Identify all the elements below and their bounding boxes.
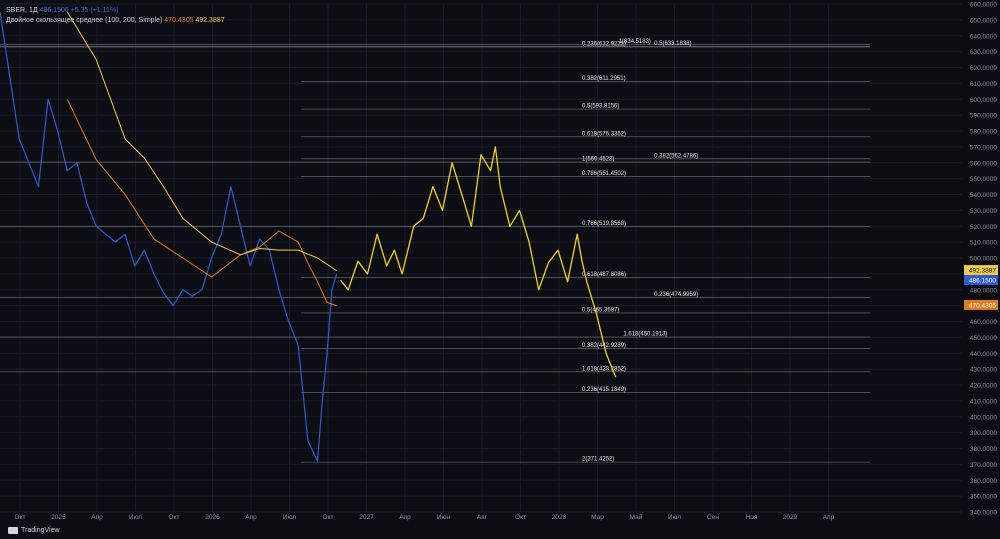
price-axis-tick-label: 480.0000 — [970, 287, 997, 294]
time-axis-tick-label: 2027 — [359, 514, 374, 521]
fib-level-label: 0.382(562.4786) — [654, 153, 698, 159]
series-line-ma_slow — [66, 11, 337, 272]
price-axis-tick-label: 510.0000 — [970, 240, 997, 247]
time-axis-tick-label: Июн — [437, 514, 451, 521]
time-axis-tick-label: Окт — [515, 514, 526, 521]
series-ma_slow — [66, 11, 337, 272]
price-axis-tick-label: 500.0000 — [970, 256, 997, 263]
fib-level-label: 0.618(487.8086) — [582, 272, 626, 278]
fib-level-label: 1.618(428.2852) — [582, 366, 626, 372]
fib-level-label: 1(634.5183) — [619, 39, 651, 45]
time-axis-tick-label: 2028 — [552, 514, 567, 521]
price-axis-tick-label: 620.0000 — [970, 65, 997, 72]
price-axis-tick-label: 600.0000 — [970, 97, 997, 104]
series-line-price — [0, 11, 338, 462]
legend-ma2-value: 492.3887 — [195, 17, 225, 24]
time-axis-tick-label: 2026 — [205, 514, 220, 521]
price-axis-tick-label: 420.0000 — [970, 383, 997, 390]
fib-level-label: 0.5(633.1838) — [654, 41, 691, 47]
fib-level-label: 0.786(519.8568) — [582, 221, 626, 227]
time-axis-tick-label: Сен — [707, 514, 719, 521]
fib-level-label: 0.236(415.1849) — [582, 387, 626, 393]
series-line-projection — [339, 146, 617, 378]
chart-canvas[interactable]: 340.0000 350.0000 360.0000 370.0000 380.0000… — [0, 0, 1000, 539]
time-axis-tick-label: Июл — [668, 514, 681, 521]
time-axis-tick-label: Окт — [15, 514, 26, 521]
price-axis-tick-label: 650.0000 — [970, 17, 997, 24]
price-axis-tick-label: 520.0000 — [970, 224, 997, 231]
tradingview-logo[interactable]: TradingView — [8, 527, 60, 534]
time-axis-tick-label: 2029 — [783, 514, 798, 521]
fib-level-label: 0.382(611.2951) — [582, 76, 626, 82]
series-projection — [339, 146, 617, 378]
chart[interactable]: 340.0000 350.0000 360.0000 370.0000 380.0000… — [0, 0, 1000, 539]
time-axis-tick-label: 2025 — [51, 514, 66, 521]
price-axis-tick-label: 550.0000 — [970, 176, 997, 183]
price-axis-tick-label: 580.0000 — [970, 129, 997, 136]
time-axis-tick-label: Апр — [399, 514, 411, 521]
price-axis-tick-label: 410.0000 — [970, 398, 997, 405]
grid-lines — [0, 3, 962, 513]
price-axis-tick-label: 340.0000 — [970, 510, 997, 517]
price-axis-tick-label: 590.0000 — [970, 113, 997, 120]
legend-symbol[interactable]: SBER, 1Д — [6, 7, 38, 14]
time-axis-tick-label: Июл — [283, 514, 296, 521]
price-axis-tick-label: 530.0000 — [970, 208, 997, 215]
series-ma_fast — [66, 99, 337, 307]
price-axis-tick-label: 450.0000 — [970, 335, 997, 342]
price-axis-tick-label: 390.0000 — [970, 430, 997, 437]
legend-price-values: 486.1500 +5.35 (+1.11%) — [39, 7, 119, 14]
time-axis-tick-label: Июл — [129, 514, 142, 521]
fib-level-label: 0.5(465.3687) — [582, 307, 619, 313]
price-badge-label: 492.3887 — [969, 268, 996, 275]
fib-level-label: 0.618(576.3362) — [582, 131, 626, 137]
price-axis-tick-label: 660.0000 — [970, 2, 997, 9]
time-axis-tick-label: Авг — [477, 514, 488, 521]
time-axis-tick-label: Окт — [323, 514, 334, 521]
price-axis-tick-label: 370.0000 — [970, 462, 997, 469]
fib-level-label: 0.5(593.8156) — [582, 104, 619, 110]
price-axis-tick-label: 570.0000 — [970, 144, 997, 151]
price-axis-tick-label: 630.0000 — [970, 49, 997, 56]
price-badge-label: 486.1500 — [969, 277, 996, 284]
tradingview-name: TradingView — [21, 527, 60, 534]
price-axis-tick-label: 430.0000 — [970, 367, 997, 374]
fib-level-label: 2(371.4252) — [582, 457, 614, 463]
fib-level-label: 0.786(551.4502) — [582, 171, 626, 177]
price-axis-tick-label: 640.0000 — [970, 33, 997, 40]
fib-level-label: 1(560.4528) — [582, 157, 614, 163]
time-axis-tick-label: Апр — [91, 514, 103, 521]
price-axis-tick-label: 460.0000 — [970, 319, 997, 326]
fib-level-label: 1.618(450.1913) — [623, 332, 667, 338]
price-axis-tick-label: 400.0000 — [970, 414, 997, 421]
price-axis-tick-label: 380.0000 — [970, 446, 997, 453]
series-price — [0, 11, 338, 462]
time-axis-tick-label: Апр — [245, 514, 257, 521]
time-axis-tick-label: Мар — [591, 514, 604, 521]
price-axis-tick-label: 610.0000 — [970, 81, 997, 88]
time-axis-tick-label: Май — [630, 513, 643, 521]
tradingview-mark-icon — [8, 527, 18, 534]
legend: SBER, 1Д 486.1500 +5.35 (+1.11%) Двойное… — [6, 6, 225, 26]
price-axis-tick-label: 360.0000 — [970, 478, 997, 485]
time-axis-tick-label: Ноя — [746, 514, 758, 521]
legend-ma-label[interactable]: Двойное скользящее среднее (100, 200, Si… — [6, 17, 162, 24]
price-axis-tick-label: 560.0000 — [970, 160, 997, 167]
fib-level-label: 0.236(474.9959) — [654, 292, 698, 298]
legend-symbol-row[interactable]: SBER, 1Д 486.1500 +5.35 (+1.11%) — [6, 6, 225, 16]
price-axis-tick-label: 540.0000 — [970, 192, 997, 199]
price-axis-tick-label: 350.0000 — [970, 494, 997, 501]
series-line-ma_fast — [66, 99, 337, 307]
price-axis-tick-label: 440.0000 — [970, 351, 997, 358]
price-badge-label: 470.4305 — [969, 302, 996, 309]
legend-ma1-value: 470.4305 — [164, 17, 194, 24]
time-axis: Окт 2025 Апр Июл Окт 2026 Апр Июл Окт 2027 Апр Июн А… — [15, 513, 835, 521]
time-axis-tick-label: Окт — [169, 514, 180, 521]
legend-ma-row[interactable]: Двойное скользящее среднее (100, 200, Si… — [6, 16, 225, 26]
time-axis-tick-label: Апр — [823, 514, 835, 521]
